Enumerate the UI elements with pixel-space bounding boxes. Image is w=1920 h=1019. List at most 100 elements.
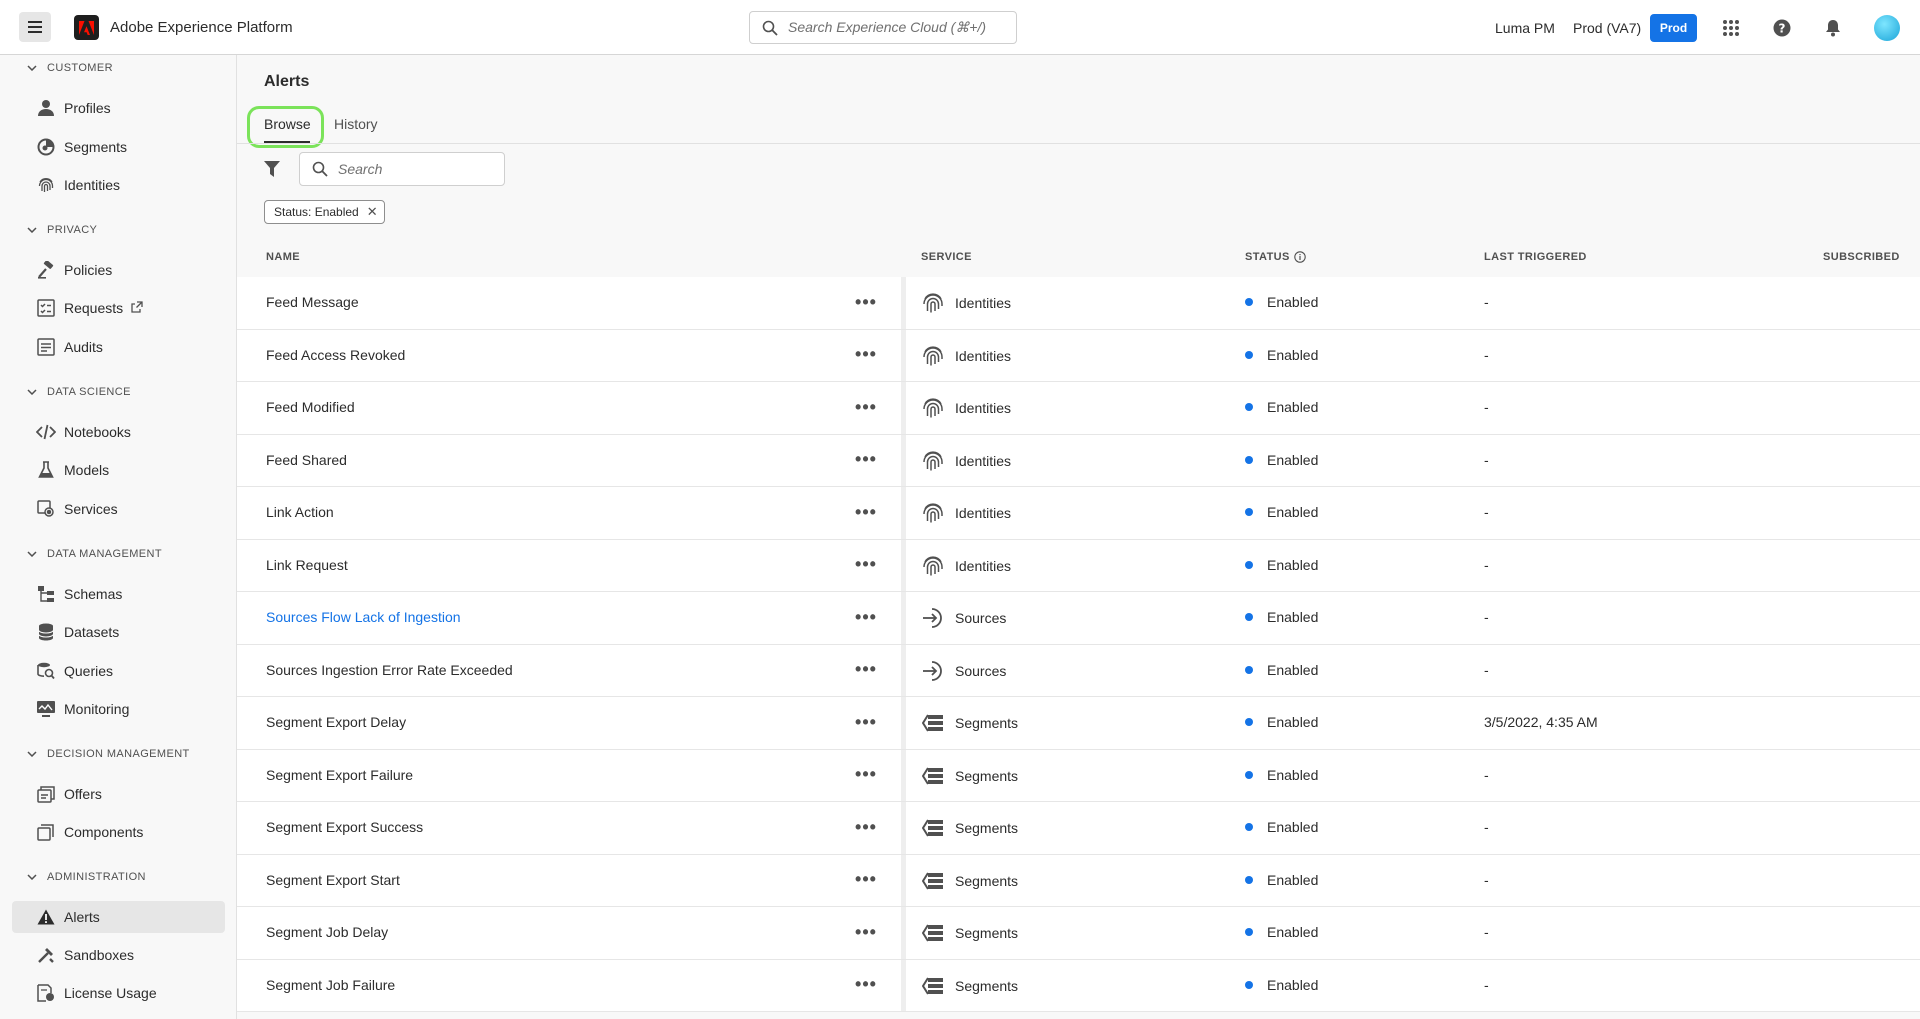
column-header-name[interactable]: NAME <box>266 251 300 263</box>
adobe-logo-icon[interactable] <box>74 15 99 40</box>
alert-name[interactable]: Feed Shared <box>266 452 347 468</box>
column-resize-handle[interactable] <box>901 907 906 959</box>
alert-name[interactable]: Link Action <box>266 504 334 520</box>
alert-name[interactable]: Segment Export Success <box>266 819 423 835</box>
column-resize-handle[interactable] <box>901 539 906 591</box>
column-resize-handle[interactable] <box>901 644 906 696</box>
nav-item-notebooks[interactable]: Notebooks <box>12 416 225 448</box>
table-row[interactable]: Feed Modified ••• Identities Enabled - <box>237 382 1920 435</box>
nav-item-license-usage[interactable]: License Usage <box>12 977 225 1009</box>
nav-item-sandboxes[interactable]: Sandboxes <box>12 939 225 971</box>
column-resize-handle[interactable] <box>901 277 906 329</box>
tab-history[interactable]: History <box>334 116 378 132</box>
alert-name[interactable]: Sources Flow Lack of Ingestion <box>266 609 461 625</box>
nav-item-audits[interactable]: Audits <box>12 331 225 363</box>
column-header-subscribed[interactable]: SUBSCRIBED <box>1823 251 1900 263</box>
nav-item-alerts[interactable]: Alerts <box>12 901 225 933</box>
table-row[interactable]: Segment Export Success ••• Segments Enabled… <box>237 802 1920 855</box>
alerts-search-input[interactable] <box>338 161 488 177</box>
column-resize-handle[interactable] <box>901 959 906 1011</box>
column-resize-handle[interactable] <box>901 434 906 486</box>
nav-item-components[interactable]: Components <box>12 816 225 848</box>
section-data-science[interactable]: DATA SCIENCE <box>27 386 131 398</box>
nav-item-policies[interactable]: Policies <box>12 254 225 286</box>
table-row[interactable]: Link Request ••• Identities Enabled - <box>237 539 1920 592</box>
nav-item-queries[interactable]: Queries <box>12 655 225 687</box>
more-actions-button[interactable]: ••• <box>854 554 878 575</box>
column-resize-handle[interactable] <box>901 697 906 749</box>
table-row[interactable]: Sources Ingestion Error Rate Exceeded •••… <box>237 644 1920 697</box>
remove-filter-icon[interactable]: ✕ <box>367 204 378 220</box>
alerts-search-field[interactable] <box>299 152 505 186</box>
nav-item-segments[interactable]: Segments <box>12 131 225 163</box>
section-customer[interactable]: CUSTOMER <box>27 62 113 74</box>
alert-name[interactable]: Feed Modified <box>266 399 355 415</box>
nav-item-profiles[interactable]: Profiles <box>12 92 225 124</box>
column-resize-handle[interactable] <box>901 329 906 381</box>
alert-name[interactable]: Segment Job Delay <box>266 924 388 940</box>
more-actions-button[interactable]: ••• <box>854 817 878 837</box>
more-actions-button[interactable]: ••• <box>854 344 878 365</box>
more-actions-button[interactable]: ••• <box>854 764 878 785</box>
more-actions-button[interactable]: ••• <box>854 922 878 942</box>
column-resize-handle[interactable] <box>901 854 906 906</box>
table-row[interactable]: Feed Access Revoked ••• Identities Enabled - <box>237 329 1920 382</box>
info-icon[interactable] <box>1294 251 1306 263</box>
status-filter-chip[interactable]: Status: Enabled ✕ <box>264 200 385 224</box>
table-row[interactable]: Segment Export Delay ••• Segments Enabled 3/… <box>237 697 1920 750</box>
more-actions-button[interactable]: ••• <box>854 869 878 890</box>
column-resize-handle[interactable] <box>901 592 906 644</box>
column-header-last-triggered[interactable]: LAST TRIGGERED <box>1484 251 1587 263</box>
more-actions-button[interactable]: ••• <box>854 292 878 312</box>
app-title[interactable]: Adobe Experience Platform <box>110 19 293 36</box>
column-header-service[interactable]: SERVICE <box>921 251 972 263</box>
table-row[interactable]: Feed Shared ••• Identities Enabled - <box>237 434 1920 487</box>
more-actions-button[interactable]: ••• <box>854 712 878 732</box>
table-row[interactable]: Segment Export Start ••• Segments Enabled - <box>237 854 1920 907</box>
column-header-status[interactable]: STATUS <box>1245 251 1306 263</box>
nav-item-monitoring[interactable]: Monitoring <box>12 693 225 725</box>
column-resize-handle[interactable] <box>901 487 906 539</box>
section-data-management[interactable]: DATA MANAGEMENT <box>27 548 162 560</box>
section-decision-management[interactable]: DECISION MANAGEMENT <box>27 748 190 760</box>
nav-item-offers[interactable]: Offers <box>12 778 225 810</box>
more-actions-button[interactable]: ••• <box>854 397 878 417</box>
more-actions-button[interactable]: ••• <box>854 502 878 522</box>
column-resize-handle[interactable] <box>901 749 906 801</box>
table-row[interactable]: Link Action ••• Identities Enabled - <box>237 487 1920 540</box>
user-avatar[interactable] <box>1874 15 1900 41</box>
column-resize-handle[interactable] <box>901 382 906 434</box>
alert-name[interactable]: Sources Ingestion Error Rate Exceeded <box>266 662 513 678</box>
filter-toggle-button[interactable] <box>263 160 283 180</box>
section-administration[interactable]: ADMINISTRATION <box>27 871 146 883</box>
alert-name[interactable]: Segment Job Failure <box>266 977 395 993</box>
more-actions-button[interactable]: ••• <box>854 974 878 995</box>
nav-item-identities[interactable]: Identities <box>12 169 225 201</box>
table-row[interactable]: Feed Message ••• Identities Enabled - <box>237 277 1920 330</box>
table-row[interactable]: Segment Job Delay ••• Segments Enabled - <box>237 907 1920 960</box>
table-row[interactable]: Segment Export Failure ••• Segments Enabled… <box>237 749 1920 802</box>
global-search-field[interactable]: Search Experience Cloud (⌘+/) <box>749 11 1017 44</box>
tab-browse[interactable]: Browse <box>264 116 311 132</box>
more-actions-button[interactable]: ••• <box>854 449 878 470</box>
nav-item-models[interactable]: Models <box>12 454 225 486</box>
section-privacy[interactable]: PRIVACY <box>27 224 97 236</box>
nav-item-services[interactable]: Services <box>12 493 225 525</box>
alert-name[interactable]: Segment Export Start <box>266 872 400 888</box>
more-actions-button[interactable]: ••• <box>854 659 878 680</box>
notifications-bell-icon[interactable] <box>1821 16 1845 40</box>
table-row[interactable]: Sources Flow Lack of Ingestion ••• Sources… <box>237 592 1920 645</box>
sandbox-switcher[interactable]: Prod (VA7) <box>1573 20 1641 36</box>
alert-name[interactable]: Link Request <box>266 557 348 573</box>
column-resize-handle[interactable] <box>901 802 906 854</box>
org-switcher[interactable]: Luma PM <box>1495 20 1555 36</box>
apps-grid-icon[interactable] <box>1719 16 1743 40</box>
alert-name[interactable]: Feed Message <box>266 294 359 310</box>
more-actions-button[interactable]: ••• <box>854 607 878 627</box>
help-icon[interactable]: ? <box>1770 16 1794 40</box>
alert-name[interactable]: Feed Access Revoked <box>266 347 405 363</box>
nav-item-requests[interactable]: Requests <box>12 292 225 324</box>
table-row[interactable]: Segment Job Failure ••• Segments Enabled - <box>237 959 1920 1012</box>
alert-name[interactable]: Segment Export Delay <box>266 714 406 730</box>
nav-item-datasets[interactable]: Datasets <box>12 616 225 648</box>
